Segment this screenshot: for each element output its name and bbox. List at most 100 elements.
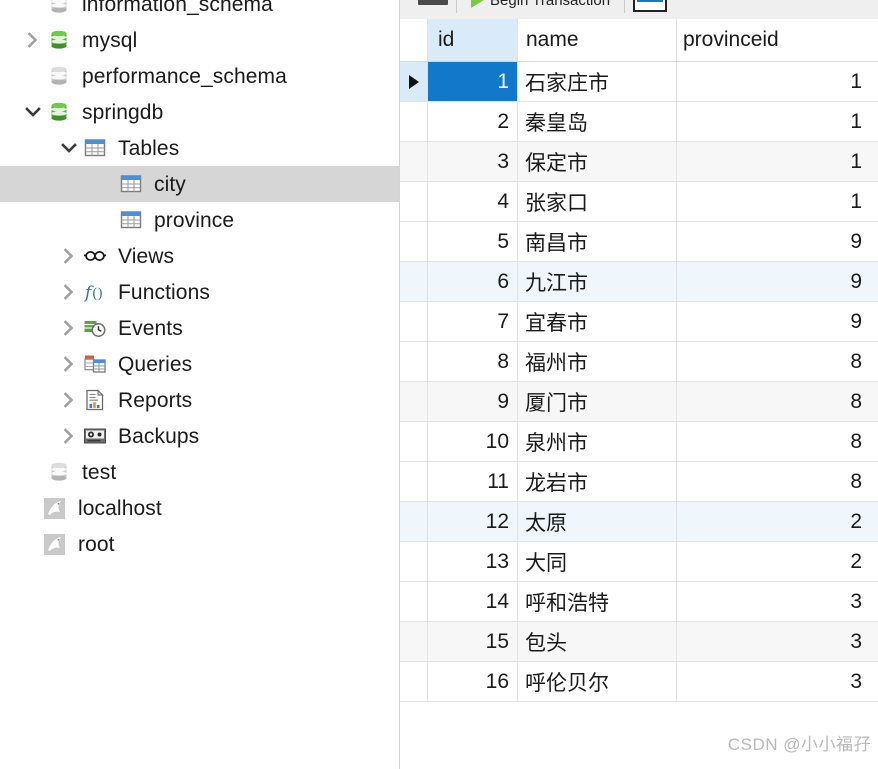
table-row[interactable]: 7 宜春市 9 — [400, 302, 878, 342]
cell-id[interactable]: 9 — [428, 382, 518, 421]
tree-item-mysql[interactable]: mysql — [0, 22, 399, 58]
row-marker-cell[interactable] — [400, 662, 428, 701]
table-row[interactable]: 15 包头 3 — [400, 622, 878, 662]
tree-item-test[interactable]: test — [0, 454, 399, 490]
cell-provinceid[interactable]: 9 — [677, 222, 878, 261]
row-marker-cell[interactable] — [400, 182, 428, 221]
row-marker-cell[interactable] — [400, 422, 428, 461]
chevron-right-icon[interactable] — [58, 389, 80, 411]
row-marker-cell[interactable] — [400, 502, 428, 541]
cell-provinceid[interactable]: 3 — [677, 622, 878, 661]
row-marker-cell[interactable] — [400, 462, 428, 501]
cell-provinceid[interactable]: 9 — [677, 262, 878, 301]
cell-provinceid[interactable]: 1 — [677, 142, 878, 181]
row-marker-cell[interactable] — [400, 62, 428, 101]
tree-item-city[interactable]: city — [0, 166, 399, 202]
table-row[interactable]: 16 呼伦贝尔 3 — [400, 662, 878, 702]
cell-id[interactable]: 6 — [428, 262, 518, 301]
form-view-icon[interactable] — [633, 0, 668, 12]
table-row[interactable]: 8 福州市 8 — [400, 342, 878, 382]
cell-provinceid[interactable]: 3 — [677, 662, 878, 701]
chevron-right-icon[interactable] — [58, 425, 80, 447]
row-marker-cell[interactable] — [400, 102, 428, 141]
cell-provinceid[interactable]: 9 — [677, 302, 878, 341]
column-header-provinceid[interactable]: provinceid — [677, 19, 878, 61]
tree-item-province[interactable]: province — [0, 202, 399, 238]
cell-name[interactable]: 福州市 — [518, 342, 677, 381]
toolbar-filter-icon[interactable] — [418, 0, 448, 5]
cell-name[interactable]: 保定市 — [518, 142, 677, 181]
cell-name[interactable]: 包头 — [518, 622, 677, 661]
result-grid[interactable]: id name provinceid 1 石家庄市 1 2 秦皇岛 1 3 保定市 1 4 张家口 1 5 南昌… — [400, 19, 878, 769]
row-marker-cell[interactable] — [400, 542, 428, 581]
row-marker-cell[interactable] — [400, 342, 428, 381]
cell-provinceid[interactable]: 1 — [677, 182, 878, 221]
cell-id[interactable]: 15 — [428, 622, 518, 661]
table-row[interactable]: 9 厦门市 8 — [400, 382, 878, 422]
cell-name[interactable]: 呼和浩特 — [518, 582, 677, 621]
cell-name[interactable]: 大同 — [518, 542, 677, 581]
chevron-right-icon[interactable] — [58, 245, 80, 267]
row-marker-cell[interactable] — [400, 142, 428, 181]
table-row[interactable]: 4 张家口 1 — [400, 182, 878, 222]
chevron-down-icon[interactable] — [22, 101, 44, 123]
cell-id[interactable]: 11 — [428, 462, 518, 501]
chevron-right-icon[interactable] — [22, 29, 44, 51]
row-marker-cell[interactable] — [400, 302, 428, 341]
cell-name[interactable]: 张家口 — [518, 182, 677, 221]
table-row[interactable]: 6 九江市 9 — [400, 262, 878, 302]
table-row[interactable]: 1 石家庄市 1 — [400, 62, 878, 102]
chevron-down-icon[interactable] — [58, 137, 80, 159]
tree-item-localhost[interactable]: localhost — [0, 490, 399, 526]
tree-item-reports[interactable]: Reports — [0, 382, 399, 418]
table-row[interactable]: 2 秦皇岛 1 — [400, 102, 878, 142]
table-row[interactable]: 13 大同 2 — [400, 542, 878, 582]
object-tree-sidebar[interactable]: information_schema mysql performance_schem… — [0, 0, 400, 769]
cell-id[interactable]: 3 — [428, 142, 518, 181]
cell-id[interactable]: 4 — [428, 182, 518, 221]
table-row[interactable]: 5 南昌市 9 — [400, 222, 878, 262]
tree-item-performance-schema[interactable]: performance_schema — [0, 58, 399, 94]
row-marker-cell[interactable] — [400, 262, 428, 301]
tree-item-views[interactable]: Views — [0, 238, 399, 274]
cell-provinceid[interactable]: 8 — [677, 342, 878, 381]
cell-provinceid[interactable]: 2 — [677, 502, 878, 541]
tree-item-functions[interactable]: f() Functions — [0, 274, 399, 310]
tree-item-root[interactable]: root — [0, 526, 399, 562]
tree-item-information-schema[interactable]: information_schema — [0, 0, 399, 22]
cell-id[interactable]: 5 — [428, 222, 518, 261]
cell-name[interactable]: 秦皇岛 — [518, 102, 677, 141]
cell-id[interactable]: 13 — [428, 542, 518, 581]
cell-name[interactable]: 石家庄市 — [518, 62, 677, 101]
cell-name[interactable]: 呼伦贝尔 — [518, 662, 677, 701]
cell-name[interactable]: 泉州市 — [518, 422, 677, 461]
cell-id[interactable]: 8 — [428, 342, 518, 381]
cell-id[interactable]: 14 — [428, 582, 518, 621]
table-row[interactable]: 10 泉州市 8 — [400, 422, 878, 462]
row-marker-cell[interactable] — [400, 382, 428, 421]
chevron-right-icon[interactable] — [58, 317, 80, 339]
cell-name[interactable]: 宜春市 — [518, 302, 677, 341]
chevron-right-icon[interactable] — [58, 281, 80, 303]
cell-name[interactable]: 南昌市 — [518, 222, 677, 261]
row-marker-cell[interactable] — [400, 622, 428, 661]
table-row[interactable]: 11 龙岩市 8 — [400, 462, 878, 502]
cell-id[interactable]: 10 — [428, 422, 518, 461]
cell-name[interactable]: 龙岩市 — [518, 462, 677, 501]
cell-provinceid[interactable]: 8 — [677, 462, 878, 501]
chevron-right-icon[interactable] — [58, 353, 80, 375]
cell-id[interactable]: 2 — [428, 102, 518, 141]
cell-id[interactable]: 7 — [428, 302, 518, 341]
cell-provinceid[interactable]: 8 — [677, 422, 878, 461]
row-marker-cell[interactable] — [400, 582, 428, 621]
cell-name[interactable]: 厦门市 — [518, 382, 677, 421]
tree-item-tables[interactable]: Tables — [0, 130, 399, 166]
row-marker-cell[interactable] — [400, 222, 428, 261]
table-row[interactable]: 14 呼和浩特 3 — [400, 582, 878, 622]
cell-id[interactable]: 16 — [428, 662, 518, 701]
tree-item-events[interactable]: Events — [0, 310, 399, 346]
table-row[interactable]: 12 太原 2 — [400, 502, 878, 542]
cell-provinceid[interactable]: 1 — [677, 62, 878, 101]
cell-provinceid[interactable]: 3 — [677, 582, 878, 621]
cell-id[interactable]: 1 — [428, 62, 518, 101]
